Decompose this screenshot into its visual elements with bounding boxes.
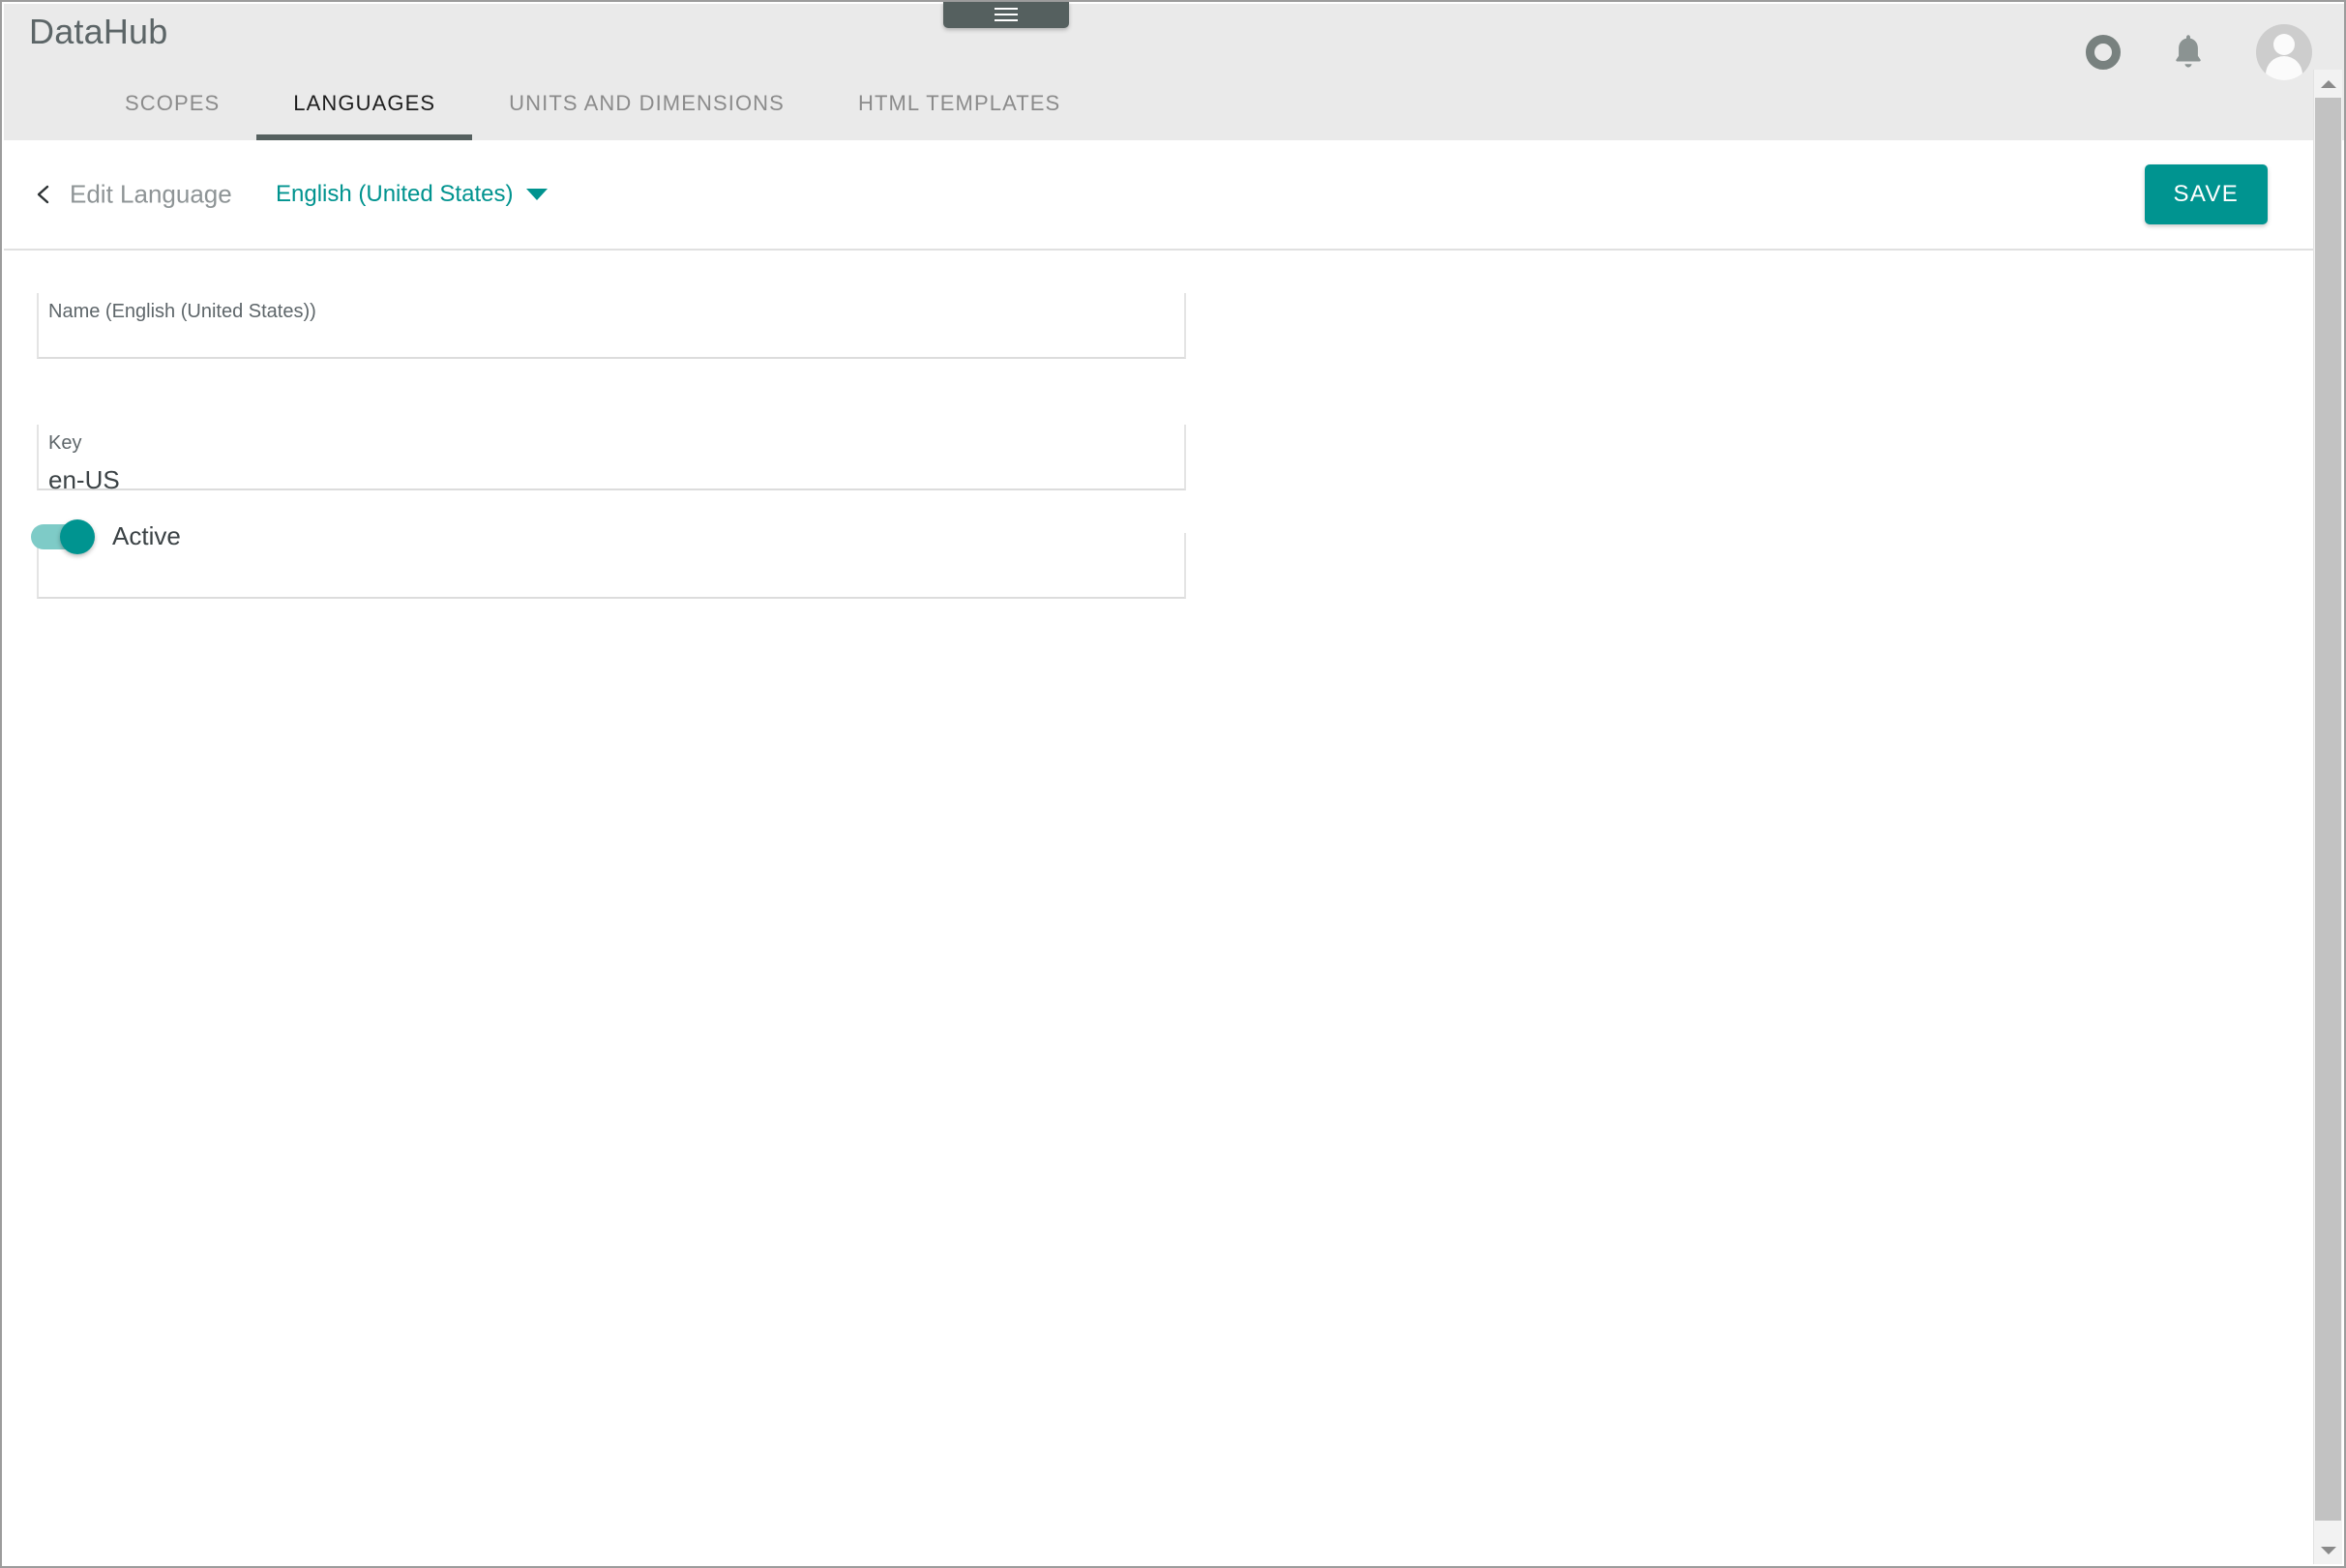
- name-field[interactable]: Name (English (United States)): [37, 293, 1186, 359]
- active-field[interactable]: Active: [31, 518, 1186, 599]
- active-toggle[interactable]: [31, 518, 95, 554]
- scrollbar-thumb[interactable]: [2315, 98, 2341, 1521]
- user-avatar[interactable]: [2256, 24, 2312, 80]
- triangle-down-icon: [2320, 1546, 2336, 1554]
- hamburger-menu-icon: [995, 8, 1018, 25]
- form-panel: Name (English (United States)) Key en-US…: [4, 252, 2318, 1564]
- app-title: DataHub: [29, 12, 168, 51]
- key-field[interactable]: Key en-US: [37, 425, 1186, 494]
- scrollbar-gutter-top: [2314, 4, 2342, 70]
- tab-units-and-dimensions[interactable]: UNITS AND DIMENSIONS: [472, 66, 821, 140]
- active-toggle-knob: [60, 518, 95, 554]
- language-selector[interactable]: English (United States): [276, 181, 513, 208]
- primary-tab-bar: SCOPES LANGUAGES UNITS AND DIMENSIONS HT…: [4, 66, 1097, 140]
- key-field-value[interactable]: en-US: [48, 465, 120, 495]
- edit-toolbar: Edit Language English (United States) SA…: [4, 140, 2318, 251]
- header-icon-group: [2086, 4, 2312, 101]
- active-toggle-label: Active: [112, 521, 181, 550]
- scroll-up-button[interactable]: [2314, 70, 2342, 98]
- tab-scopes[interactable]: SCOPES: [88, 66, 256, 140]
- save-button[interactable]: SAVE: [2144, 164, 2268, 224]
- chevron-left-icon[interactable]: [33, 184, 54, 205]
- tab-html-templates[interactable]: HTML TEMPLATES: [821, 66, 1097, 140]
- app-window: DataHub SCOPES LANGUAGES UNITS AND DIMEN…: [0, 0, 2346, 1568]
- app-header: DataHub SCOPES LANGUAGES UNITS AND DIMEN…: [4, 4, 2344, 140]
- scroll-down-button[interactable]: [2314, 1536, 2342, 1564]
- tab-languages[interactable]: LANGUAGES: [256, 66, 472, 140]
- triangle-up-icon: [2320, 79, 2336, 88]
- ring-icon[interactable]: [2086, 35, 2121, 70]
- avatar-body: [2266, 56, 2302, 80]
- notifications-bell-icon[interactable]: [2171, 33, 2206, 72]
- page-title: Edit Language: [70, 179, 232, 209]
- avatar-head: [2273, 34, 2295, 55]
- name-field-label: Name (English (United States)): [48, 301, 316, 322]
- active-toggle-row: Active: [31, 518, 181, 554]
- chevron-down-icon[interactable]: [526, 189, 548, 200]
- key-field-label: Key: [48, 432, 82, 454]
- window-drag-handle[interactable]: [943, 2, 1069, 28]
- vertical-scrollbar[interactable]: [2313, 70, 2342, 1564]
